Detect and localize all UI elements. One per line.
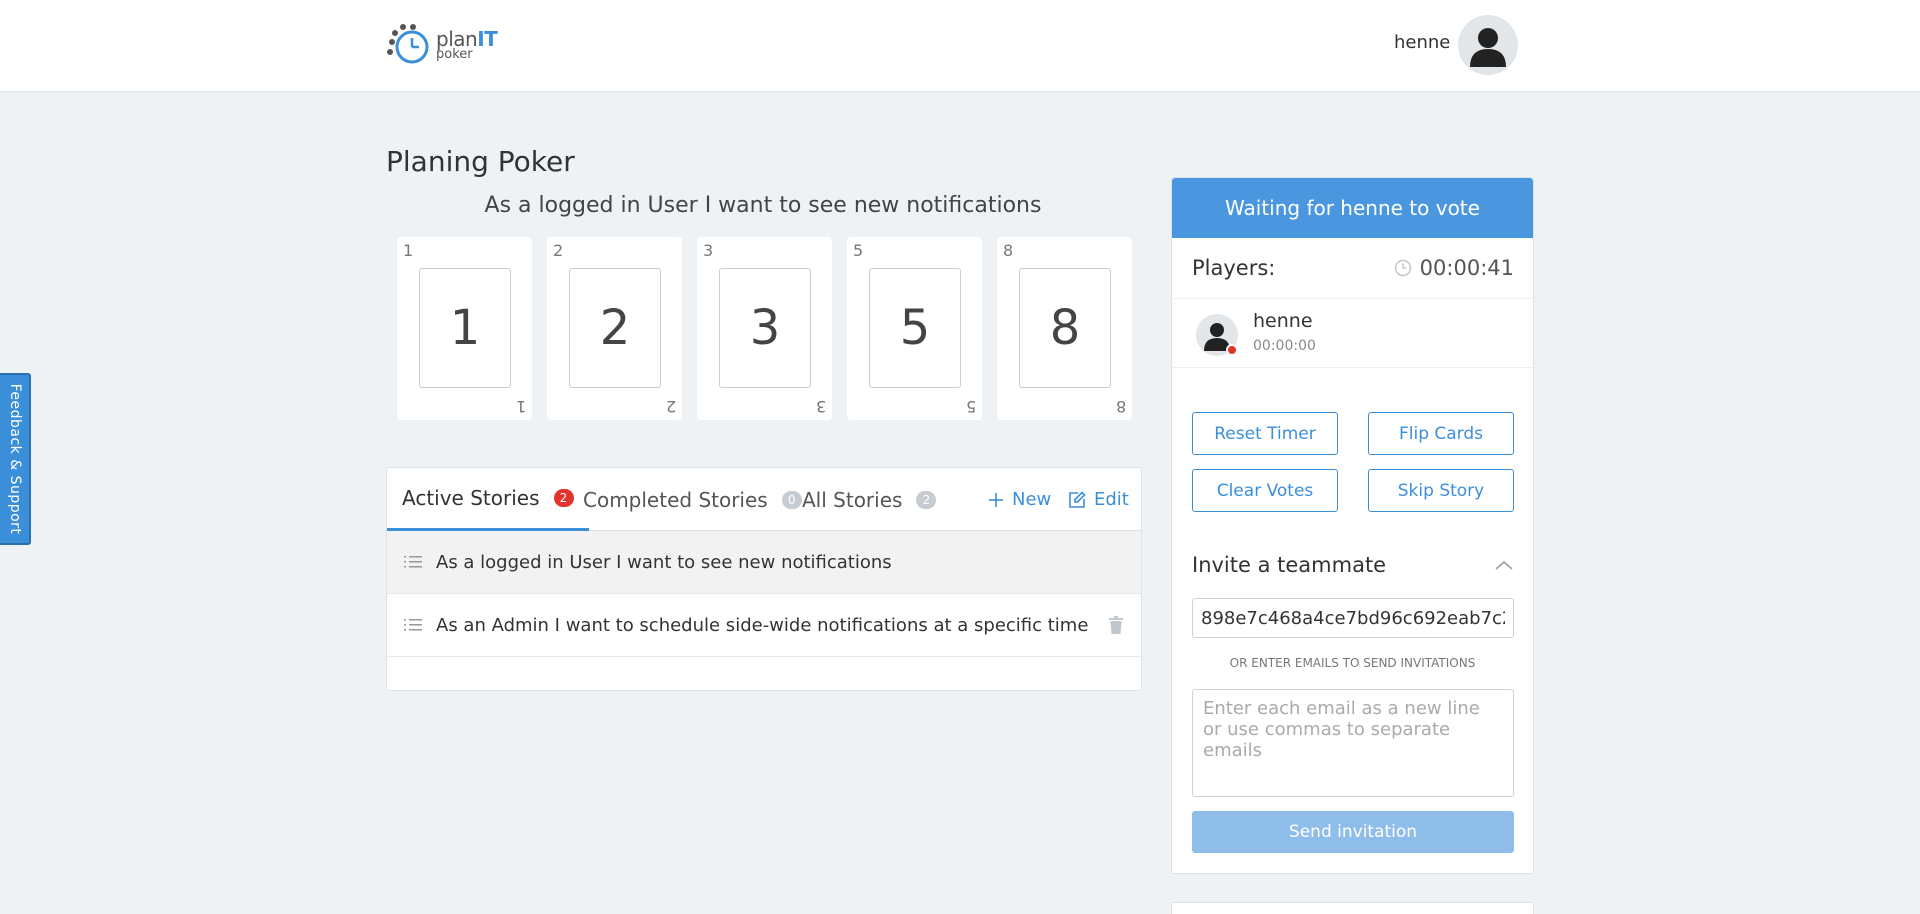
flip-cards-button[interactable]: Flip Cards [1368, 412, 1514, 455]
list-icon[interactable] [404, 618, 422, 632]
list-icon[interactable] [404, 555, 422, 569]
card-corner-top: 2 [553, 241, 564, 260]
reset-timer-button[interactable]: Reset Timer [1192, 412, 1338, 455]
player-row: henne 00:00:00 [1172, 298, 1533, 368]
card-corner-bottom: 8 [1115, 397, 1126, 416]
player-name: henne [1253, 310, 1313, 332]
all-count-badge: 2 [916, 490, 937, 509]
logo-text-it: IT [477, 27, 498, 51]
page-title: Planing Poker [386, 145, 575, 178]
invite-link-field[interactable] [1192, 598, 1514, 638]
skip-story-button[interactable]: Skip Story [1368, 469, 1514, 512]
voting-cards: 1 1 1 2 2 2 3 3 3 5 5 5 8 8 8 [397, 237, 1133, 420]
card-corner-bottom: 3 [815, 397, 826, 416]
story-row[interactable]: As a logged in User I want to see new no… [387, 531, 1141, 594]
tab-completed-stories[interactable]: Completed Stories 0 [583, 468, 802, 531]
tab-active-stories[interactable]: Active Stories 2 [387, 468, 589, 531]
edit-stories-button[interactable]: Edit [1068, 468, 1129, 531]
story-text: As a logged in User I want to see new no… [436, 551, 892, 573]
tab-label: All Stories [802, 487, 903, 512]
send-invitation-button[interactable]: Send invitation [1192, 811, 1514, 853]
round-timer: 00:00:41 [1394, 256, 1514, 280]
card-corner-bottom: 1 [515, 397, 526, 416]
current-story-title: As a logged in User I want to see new no… [484, 193, 1042, 218]
logo-wordmark: planIT poker [436, 27, 498, 61]
clear-votes-button[interactable]: Clear Votes [1192, 469, 1338, 512]
status-dot [1226, 344, 1238, 356]
card-face: 1 [419, 268, 511, 388]
feedback-support-label: Feedback & Support [6, 383, 23, 535]
vote-card-1[interactable]: 1 1 1 [397, 237, 532, 420]
tab-label: Completed Stories [583, 487, 768, 512]
players-panel: Waiting for henne to vote Players: 00:00… [1171, 177, 1534, 874]
card-corner-top: 5 [853, 241, 864, 260]
vote-card-2[interactable]: 2 2 2 [547, 237, 682, 420]
plus-icon [989, 492, 1003, 507]
clock-icon [1394, 259, 1411, 277]
card-face: 5 [869, 268, 961, 388]
active-count-badge: 2 [553, 489, 574, 507]
app-logo[interactable]: planIT poker [386, 22, 498, 68]
edit-icon [1069, 490, 1086, 508]
card-face: 2 [569, 268, 661, 388]
card-corner-top: 3 [703, 241, 714, 260]
card-corner-top: 8 [1003, 241, 1014, 260]
or-enter-emails-text: OR ENTER EMAILS TO SEND INVITATIONS [1229, 656, 1476, 670]
feedback-support-tab[interactable]: Feedback & Support [0, 373, 31, 545]
header-user-name[interactable]: henne [1394, 32, 1450, 53]
vote-card-3[interactable]: 3 3 3 [697, 237, 832, 420]
stories-tabs: Active Stories 2 Completed Stories 0 All… [387, 468, 1141, 531]
chevron-up-icon[interactable] [1495, 560, 1513, 570]
vote-card-8[interactable]: 8 8 8 [997, 237, 1132, 420]
tab-label: Active Stories [402, 486, 540, 510]
invite-teammate-label: Invite a teammate [1192, 553, 1387, 577]
card-corner-bottom: 5 [965, 397, 976, 416]
invite-emails-textarea[interactable] [1192, 689, 1514, 797]
user-silhouette-icon [1470, 28, 1506, 67]
card-face: 8 [1019, 268, 1111, 388]
new-story-label: New [1012, 489, 1052, 510]
tab-all-stories[interactable]: All Stories 2 [802, 468, 937, 531]
edit-stories-label: Edit [1094, 489, 1129, 510]
story-row[interactable]: As an Admin I want to schedule side-wide… [387, 594, 1141, 657]
stories-panel: Active Stories 2 Completed Stories 0 All… [386, 467, 1142, 691]
card-face: 3 [719, 268, 811, 388]
trash-icon[interactable] [1108, 616, 1124, 634]
top-navbar: planIT poker henne [0, 0, 1920, 92]
secondary-panel [1171, 902, 1534, 914]
players-label: Players: [1192, 256, 1276, 280]
completed-count-badge: 0 [781, 490, 802, 509]
player-vote-time: 00:00:00 [1253, 338, 1316, 354]
stopwatch-logo-icon [386, 22, 434, 68]
story-text: As an Admin I want to schedule side-wide… [436, 614, 1089, 636]
card-corner-bottom: 2 [665, 397, 676, 416]
vote-card-5[interactable]: 5 5 5 [847, 237, 982, 420]
new-story-button[interactable]: New [988, 468, 1051, 531]
user-avatar[interactable] [1458, 15, 1518, 75]
timer-value: 00:00:41 [1419, 256, 1514, 280]
voting-status-banner: Waiting for henne to vote [1172, 178, 1533, 238]
card-corner-top: 1 [403, 241, 414, 260]
